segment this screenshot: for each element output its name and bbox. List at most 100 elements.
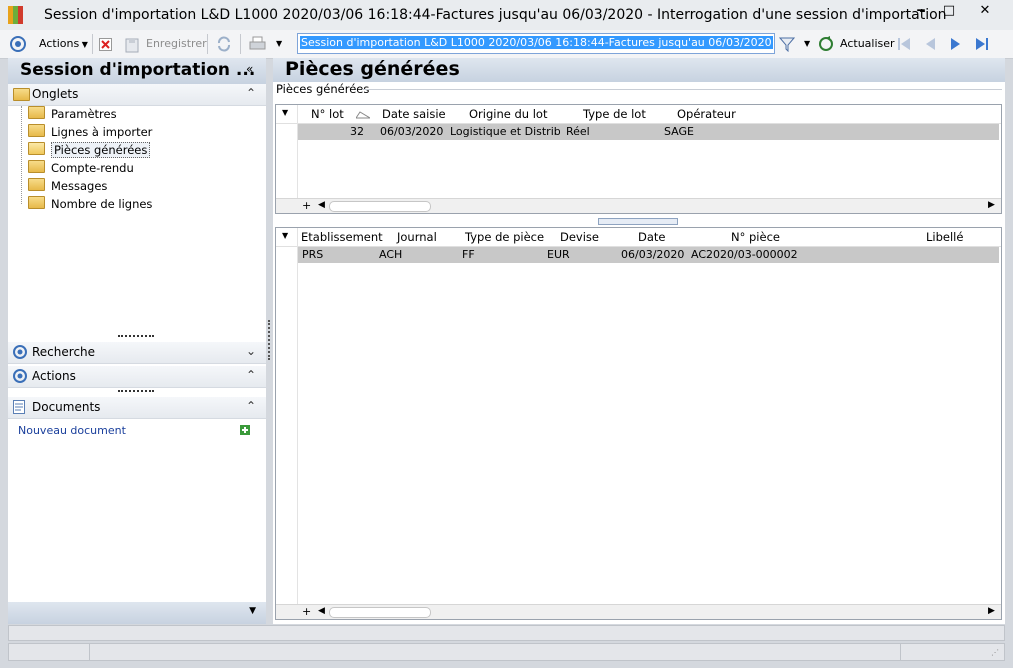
actions-section-header[interactable]: Actions ⌃ bbox=[8, 366, 266, 388]
vertical-splitter[interactable] bbox=[268, 320, 272, 360]
column-header[interactable]: Date bbox=[638, 230, 666, 244]
lots-grid: ▼ N° lot Date saisie Origine du lot Type… bbox=[275, 104, 1002, 214]
filter-dropdown-icon[interactable]: ▼ bbox=[804, 39, 810, 48]
main-header: Pièces générées bbox=[273, 58, 1005, 82]
title-bar: Session d'importation L&D L1000 2020/03/… bbox=[0, 0, 1013, 31]
delete-icon[interactable] bbox=[99, 38, 112, 51]
tab-label: Compte-rendu bbox=[51, 161, 134, 175]
grid-menu-icon[interactable]: ▼ bbox=[282, 231, 288, 240]
refresh-button[interactable]: Actualiser bbox=[840, 37, 895, 50]
tab-pieces-generees[interactable]: Pièces générées bbox=[28, 142, 151, 159]
column-header[interactable]: Origine du lot bbox=[469, 107, 547, 121]
column-header[interactable]: Type de lot bbox=[583, 107, 646, 121]
session-search-input[interactable]: Session d'importation L&D L1000 2020/03/… bbox=[297, 33, 775, 54]
search-circle-icon bbox=[13, 345, 27, 359]
tab-label: Lignes à importer bbox=[51, 125, 153, 139]
column-header[interactable]: Devise bbox=[560, 230, 599, 244]
tab-messages[interactable]: Messages bbox=[28, 178, 107, 195]
column-header[interactable]: Journal bbox=[397, 230, 437, 244]
onglets-section-header[interactable]: Onglets ⌃ bbox=[8, 84, 266, 106]
onglets-label: Onglets bbox=[32, 87, 79, 101]
actions-label: Actions bbox=[32, 369, 76, 383]
toolbar-separator bbox=[92, 34, 93, 54]
filter-icon[interactable] bbox=[779, 36, 795, 52]
footer-dropdown-icon[interactable]: ▼ bbox=[249, 606, 256, 616]
folder-icon bbox=[28, 124, 45, 137]
tab-label: Nombre de lignes bbox=[51, 197, 153, 211]
horizontal-scrollbar[interactable]: + ◀ ▶ bbox=[276, 604, 1001, 619]
splitter-grip[interactable] bbox=[118, 390, 154, 395]
splitter-grip[interactable] bbox=[118, 335, 154, 340]
recherche-section-header[interactable]: Recherche ⌄ bbox=[8, 342, 266, 364]
tab-label: Messages bbox=[51, 179, 108, 193]
toolbar-separator bbox=[240, 34, 241, 54]
pieces-grid-header: ▼ Etablissement Journal Type de pièce De… bbox=[276, 228, 1001, 247]
table-cell: 06/03/2020 bbox=[380, 125, 444, 138]
document-icon bbox=[13, 400, 25, 414]
table-row[interactable]: PRS ACH FF EUR 06/03/2020 AC2020/03-0000… bbox=[298, 247, 999, 263]
print-icon[interactable] bbox=[249, 36, 266, 52]
scroll-right-icon[interactable]: ▶ bbox=[988, 200, 995, 210]
chevron-down-icon[interactable]: ⌄ bbox=[246, 344, 256, 358]
last-record-icon[interactable] bbox=[975, 37, 989, 51]
column-header[interactable]: Libellé bbox=[926, 230, 963, 244]
actions-menu-button[interactable]: Actions ▼ bbox=[39, 37, 88, 50]
status-bar-cell bbox=[89, 643, 901, 661]
table-row[interactable]: 32 06/03/2020 Logistique et Distribu Rée… bbox=[298, 124, 999, 140]
column-header[interactable]: Etablissement bbox=[301, 230, 383, 244]
horizontal-scrollbar[interactable]: + ◀ ▶ bbox=[276, 198, 1001, 213]
collapse-panel-icon[interactable]: « bbox=[246, 62, 253, 76]
tab-compte-rendu[interactable]: Compte-rendu bbox=[28, 160, 134, 177]
table-cell: FF bbox=[462, 248, 475, 261]
table-cell: ACH bbox=[379, 248, 403, 261]
horizontal-splitter[interactable] bbox=[598, 218, 678, 225]
resize-grip-icon[interactable]: ⋰ bbox=[991, 648, 999, 657]
tab-parametres[interactable]: Paramètres bbox=[28, 106, 117, 123]
chevron-up-icon[interactable]: ⌃ bbox=[246, 368, 256, 382]
status-bar-cell bbox=[900, 643, 1005, 661]
scroll-right-icon[interactable]: ▶ bbox=[988, 606, 995, 616]
chevron-up-icon[interactable]: ⌃ bbox=[246, 86, 256, 100]
documents-label: Documents bbox=[32, 400, 101, 414]
print-dropdown-icon[interactable]: ▼ bbox=[276, 39, 282, 48]
column-header[interactable]: Date saisie bbox=[382, 107, 446, 121]
sort-ascending-icon[interactable] bbox=[356, 111, 370, 119]
folder-icon bbox=[28, 160, 45, 173]
table-cell: 06/03/2020 bbox=[621, 248, 685, 261]
table-cell: SAGE bbox=[664, 125, 694, 138]
sync-icon[interactable] bbox=[216, 36, 232, 52]
save-icon bbox=[125, 38, 139, 53]
minimize-button[interactable]: ‒ bbox=[906, 2, 936, 22]
navigate-circle-icon[interactable] bbox=[10, 36, 26, 52]
refresh-icon[interactable] bbox=[818, 36, 834, 52]
folder-icon bbox=[28, 178, 45, 191]
save-button[interactable]: Enregistrer bbox=[146, 37, 207, 50]
add-icon[interactable] bbox=[240, 425, 250, 435]
first-record-icon[interactable] bbox=[897, 37, 911, 51]
navigation-panel: Session d'importation ... « Onglets ⌃ Pa… bbox=[8, 58, 266, 624]
tab-lignes-a-importer[interactable]: Lignes à importer bbox=[28, 124, 152, 141]
new-document-link[interactable]: Nouveau document bbox=[18, 424, 126, 437]
chevron-up-icon[interactable]: ⌃ bbox=[246, 399, 256, 413]
tree-line bbox=[21, 106, 23, 204]
maximize-button[interactable]: □ bbox=[934, 2, 964, 22]
column-header[interactable]: N° pièce bbox=[731, 230, 780, 244]
folder-icon bbox=[28, 106, 45, 119]
next-record-icon[interactable] bbox=[949, 37, 963, 51]
grid-menu-icon[interactable]: ▼ bbox=[282, 108, 288, 117]
previous-record-icon[interactable] bbox=[923, 37, 937, 51]
scrollbar-thumb[interactable] bbox=[329, 607, 431, 618]
left-panel-header: Session d'importation ... « bbox=[8, 58, 266, 84]
scroll-left-icon[interactable]: ◀ bbox=[318, 606, 325, 616]
tab-nombre-de-lignes[interactable]: Nombre de lignes bbox=[28, 196, 152, 213]
scroll-left-icon[interactable]: ◀ bbox=[318, 200, 325, 210]
column-header[interactable]: Opérateur bbox=[677, 107, 736, 121]
column-header[interactable]: N° lot bbox=[311, 107, 344, 121]
add-row-icon[interactable]: + bbox=[302, 199, 311, 212]
documents-section-header[interactable]: Documents ⌃ bbox=[8, 397, 266, 419]
toolbar: Actions ▼ Enregistrer ▼ Session d'import… bbox=[0, 30, 1013, 59]
scrollbar-thumb[interactable] bbox=[329, 201, 431, 212]
column-header[interactable]: Type de pièce bbox=[465, 230, 544, 244]
add-row-icon[interactable]: + bbox=[302, 605, 311, 618]
close-button[interactable]: ✕ bbox=[970, 2, 1000, 22]
